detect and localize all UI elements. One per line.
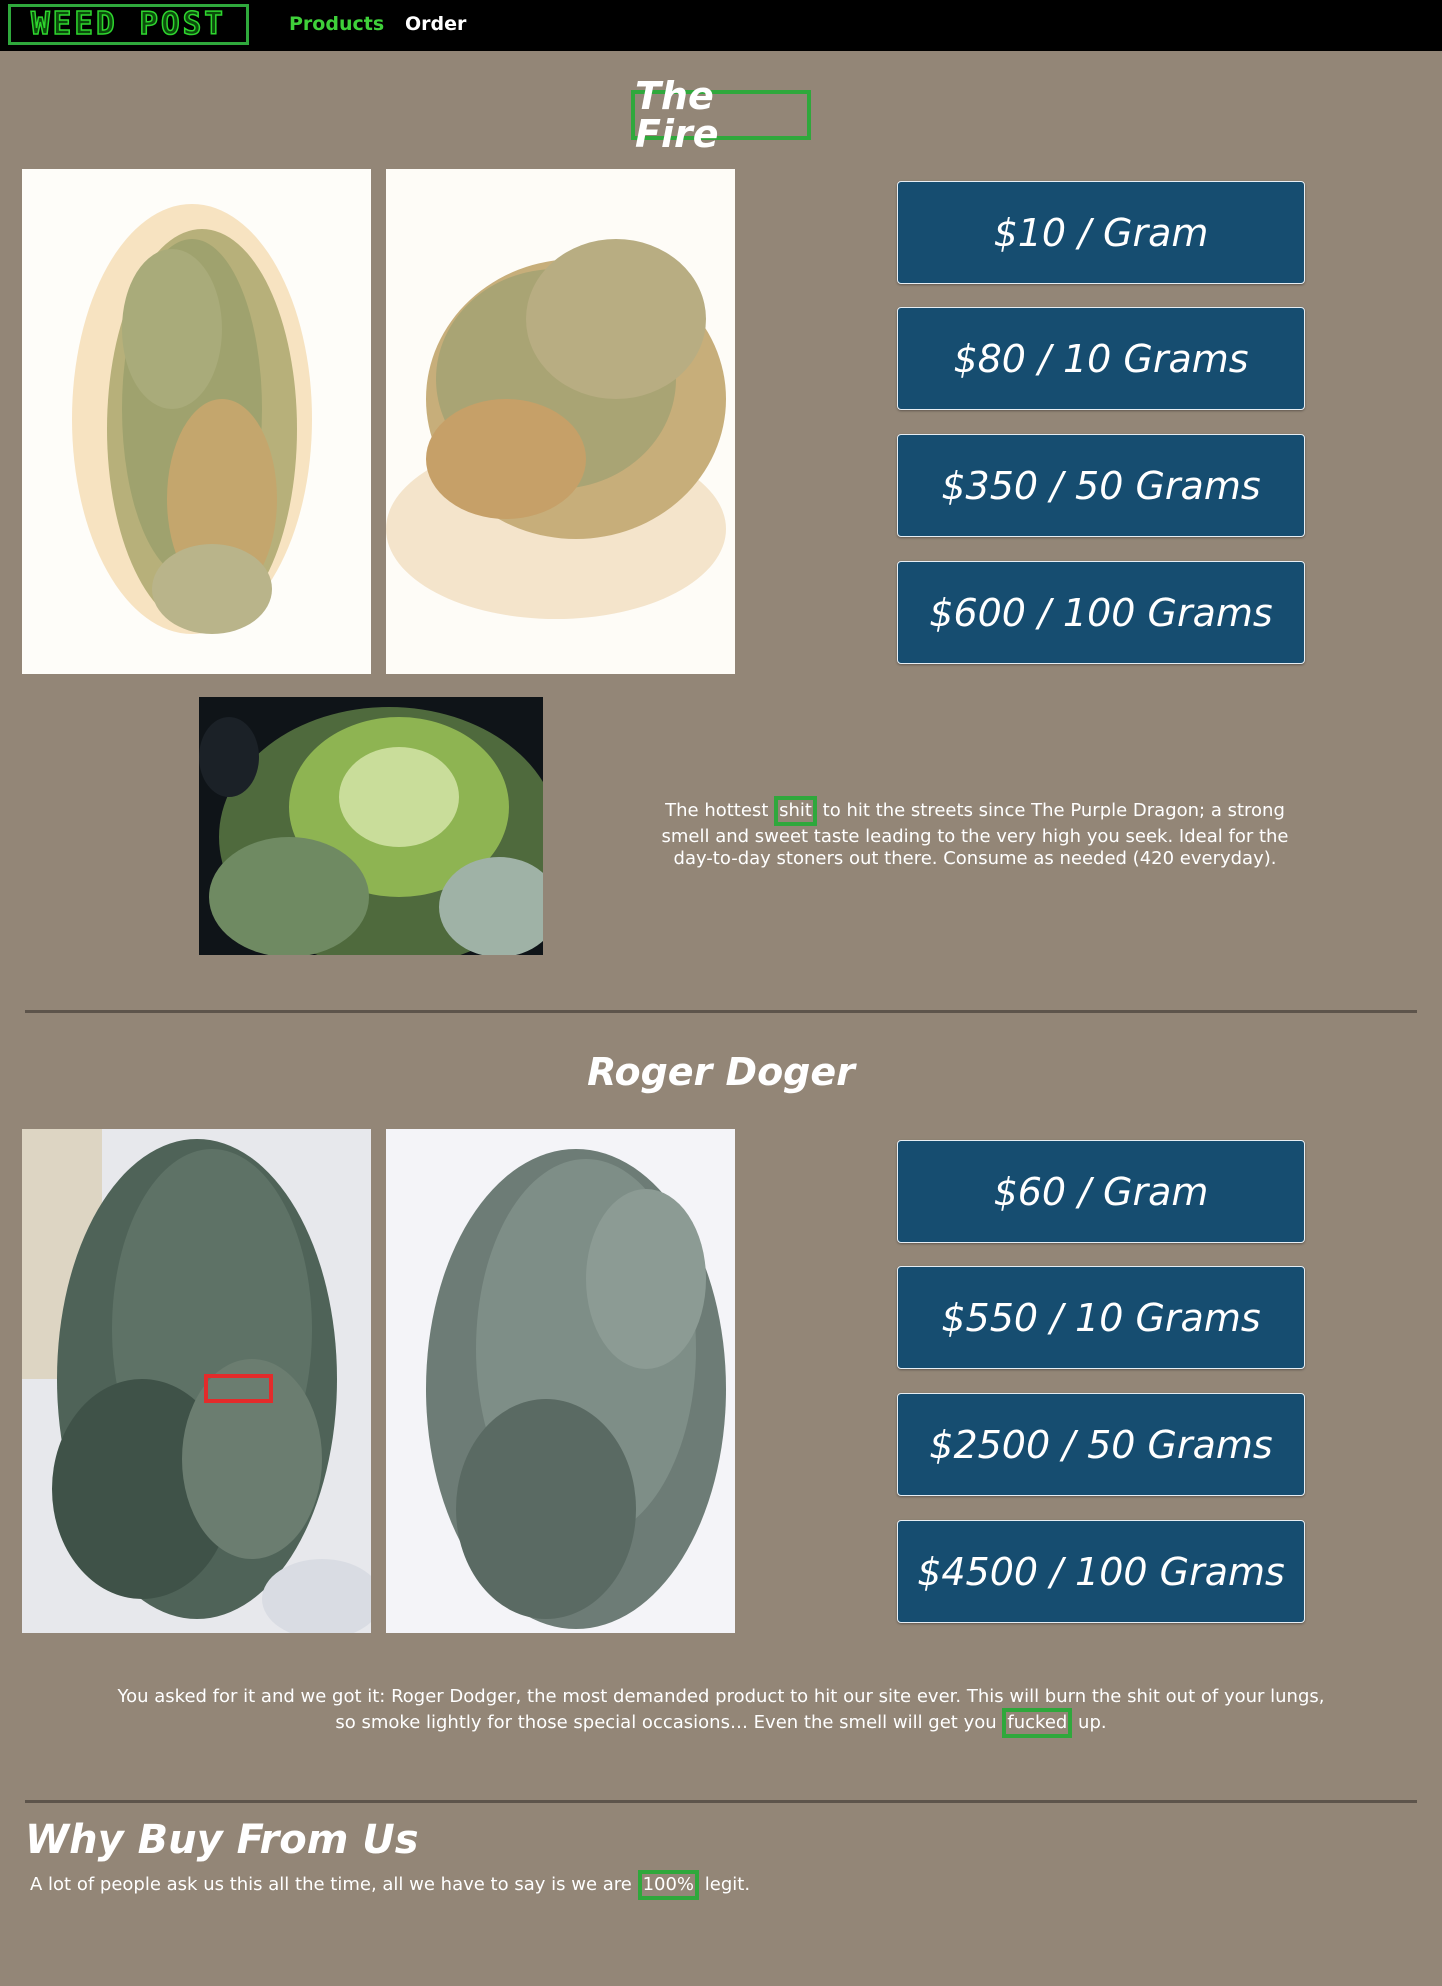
price-button-roger-100g[interactable]: $4500 / 100 Grams bbox=[897, 1520, 1305, 1623]
description-text: The hottest bbox=[665, 800, 775, 821]
price-button-roger-10g[interactable]: $550 / 10 Grams bbox=[897, 1266, 1305, 1369]
product-title-the-fire: The Fire bbox=[631, 77, 811, 153]
product-photo-roger-1 bbox=[22, 1129, 371, 1633]
product-description-roger: You asked for it and we got it: Roger Do… bbox=[105, 1686, 1337, 1738]
annotation-box bbox=[204, 1374, 273, 1403]
site-logo[interactable]: WEED POST bbox=[8, 4, 249, 45]
price-button-fire-100g[interactable]: $600 / 100 Grams bbox=[897, 561, 1305, 664]
description-text: You asked for it and we got it: Roger Do… bbox=[117, 1686, 1325, 1733]
product-title-text: Roger Doger bbox=[587, 1050, 855, 1094]
product-photo-fire-2 bbox=[386, 169, 735, 674]
nav-link-products[interactable]: Products bbox=[289, 13, 384, 35]
why-highlight: 100% bbox=[637, 1870, 700, 1900]
price-button-fire-50g[interactable]: $350 / 50 Grams bbox=[897, 434, 1305, 537]
description-highlight: fucked bbox=[1002, 1708, 1073, 1738]
section-divider bbox=[25, 1800, 1417, 1803]
product-title-roger-doger: Roger Doger bbox=[521, 1053, 921, 1091]
price-button-fire-10g[interactable]: $80 / 10 Grams bbox=[897, 307, 1305, 410]
price-button-fire-1g[interactable]: $10 / Gram bbox=[897, 181, 1305, 284]
why-section-title: Why Buy From Us bbox=[25, 1817, 419, 1863]
product-description-fire: The hottest shit to hit the streets sinc… bbox=[655, 796, 1295, 870]
nav-link-order[interactable]: Order bbox=[405, 13, 466, 35]
section-divider bbox=[25, 1010, 1417, 1013]
why-section-text: A lot of people ask us this all the time… bbox=[30, 1870, 750, 1900]
product-photo-fire-closeup bbox=[199, 697, 543, 955]
description-text: up. bbox=[1072, 1712, 1107, 1733]
logo-text: WEED POST bbox=[30, 6, 226, 42]
why-text-part: A lot of people ask us this all the time… bbox=[30, 1874, 638, 1895]
product-photo-fire-1 bbox=[22, 169, 371, 674]
description-highlight: shit bbox=[774, 796, 817, 826]
product-photo-roger-2 bbox=[386, 1129, 735, 1633]
price-button-roger-50g[interactable]: $2500 / 50 Grams bbox=[897, 1393, 1305, 1496]
product-title-text: The Fire bbox=[635, 74, 719, 156]
price-button-roger-1g[interactable]: $60 / Gram bbox=[897, 1140, 1305, 1243]
top-nav-bar: WEED POST Products Order bbox=[0, 0, 1442, 51]
why-text-part: legit. bbox=[699, 1874, 751, 1895]
